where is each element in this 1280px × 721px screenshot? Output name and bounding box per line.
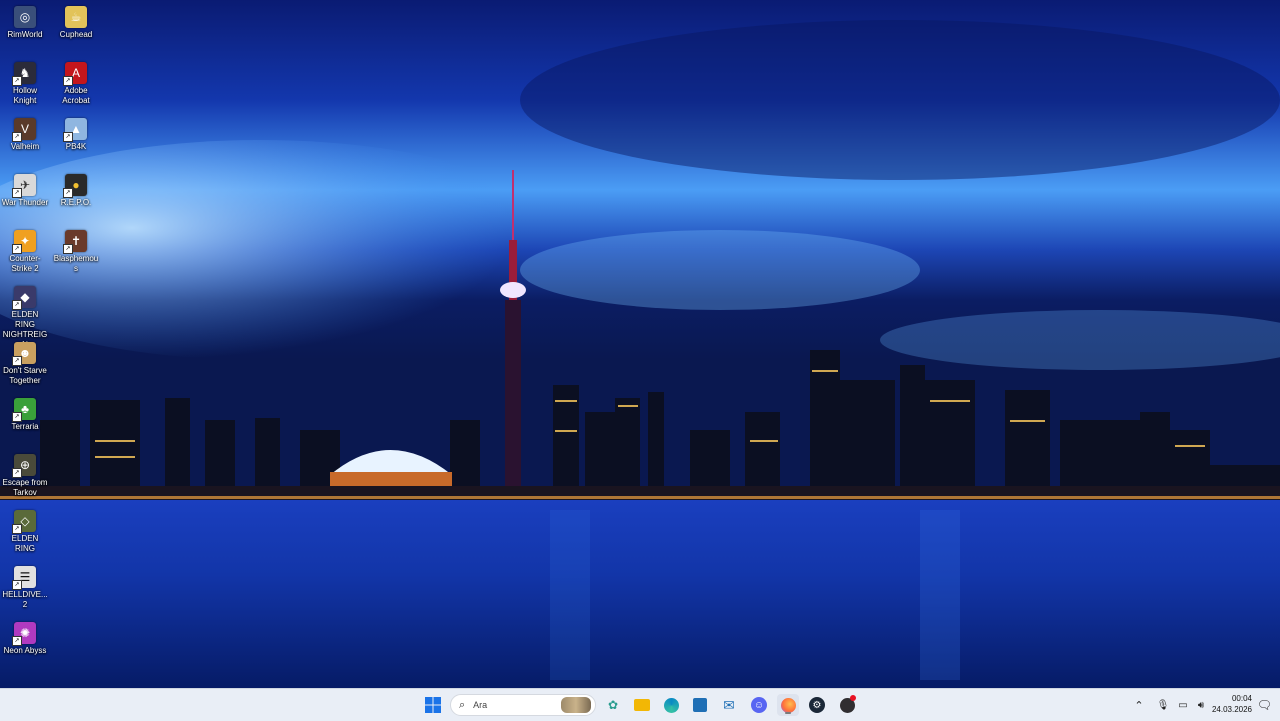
desktop-icon-helldivers[interactable]: ☰ ↗ HELLDIVE... 2 [0,562,50,610]
acrobat-icon: A ↗ [63,62,87,86]
store-icon [693,698,707,712]
outlook-icon: ✉ [723,696,735,713]
copilot-button[interactable]: ✿ [602,694,624,716]
search-icon: ⌕ [459,698,466,711]
tarkov-icon: ⊕ ↗ [12,454,36,478]
search-box[interactable]: ⌕ Ara [450,694,596,716]
desktop-icon-label: PB4K [65,142,87,151]
start-button[interactable] [422,694,444,716]
dont-starve-icon: ☻ ↗ [12,342,36,366]
desktop-icon-neon-abyss[interactable]: ✺ ↗ Neon Abyss [0,618,50,656]
edge-button[interactable] [660,694,682,716]
notification-center[interactable]: 🗨︎ [1257,689,1272,721]
notification-badge [850,695,856,701]
desktop[interactable]: ◎ RimWorld ♞ ↗ Hollow Knight V ↗ Valheim ✈… [0,0,1280,688]
discord-icon: ☺ [751,697,767,713]
active-indicator [785,712,791,714]
desktop-icon-dont-starve[interactable]: ☻ ↗ Don't Starve Together [0,338,50,386]
desktop-icon-label: War Thunder [1,198,49,207]
desktop-icon-acrobat[interactable]: A ↗ Adobe Acrobat [51,58,101,106]
elden-ring-icon: ◇ ↗ [12,510,36,534]
firefox-icon [780,697,796,713]
windows-icon [425,697,441,713]
chevron-up-icon[interactable]: ⌃ [1130,699,1148,712]
desktop-icon-label: ELDEN RING [11,534,39,553]
desktop-icon-blasphemous[interactable]: ✝ ↗ Blasphemous [51,226,101,274]
store-button[interactable] [689,694,711,716]
valheim-icon: V ↗ [12,118,36,142]
hollow-knight-icon: ♞ ↗ [12,62,36,86]
clock-time: 00:04 [1231,694,1252,703]
network-icon[interactable]: ▭ [1174,700,1192,711]
desktop-icon-label: Adobe Acrobat [62,86,90,105]
notification-icon: 🗨︎ [1256,698,1272,712]
desktop-icon-rimworld[interactable]: ◎ RimWorld [0,2,50,40]
file-explorer-button[interactable] [631,694,653,716]
helldivers-icon: ☰ ↗ [12,566,36,590]
copilot-icon: ✿ [607,698,619,712]
desktop-icon-label: Cuphead [59,30,93,39]
clock[interactable]: 00:04 24.03.2026 [1212,693,1252,715]
desktop-icon-label: R.E.P.O. [60,198,92,207]
desktop-icon-label: Hollow Knight [12,86,37,105]
desktop-icon-terraria[interactable]: ♣ ↗ Terraria [0,394,50,432]
search-highlight-image [561,697,591,713]
steam-button[interactable]: ⚙ [806,694,828,716]
war-thunder-icon: ✈ ↗ [12,174,36,198]
search-placeholder: Ara [473,700,488,710]
taskbar: ⌕ Ara ✿ ✉ ☺ ⚙ ⌃ 🎙︎ ▭ 🔊︎ 00:04 24.03.2026 [0,688,1280,721]
desktop-icon-label: Neon Abyss [3,646,47,655]
desktop-icons: ◎ RimWorld ♞ ↗ Hollow Knight V ↗ Valheim ✈… [0,0,110,680]
desktop-icon-pb4k[interactable]: ▲ ↗ PB4K [51,114,101,152]
system-tray: ⌃ 🎙︎ ▭ 🔊︎ [1130,689,1210,721]
desktop-icon-war-thunder[interactable]: ✈ ↗ War Thunder [0,170,50,208]
desktop-icon-label: Counter-Strike 2 [9,254,41,273]
firefox-button[interactable] [777,694,799,716]
wallpaper [0,0,1280,688]
pb4k-icon: ▲ ↗ [63,118,87,142]
desktop-icon-cuphead[interactable]: ☕ Cuphead [51,2,101,40]
microphone-icon[interactable]: 🎙︎ [1152,700,1174,711]
edge-icon [663,697,679,713]
desktop-icon-label: RimWorld [7,30,43,39]
repo-icon: ● ↗ [63,174,87,198]
counter-strike-icon: ✦ ↗ [12,230,36,254]
obs-button[interactable] [836,694,858,716]
desktop-icon-label: Terraria [11,422,39,431]
volume-icon[interactable]: 🔊︎ [1192,700,1210,711]
rimworld-icon: ◎ [14,6,36,28]
desktop-icon-elden-ring[interactable]: ◇ ↗ ELDEN RING [0,506,50,554]
discord-button[interactable]: ☺ [748,694,770,716]
outlook-button[interactable]: ✉ [718,694,740,716]
desktop-icon-repo[interactable]: ● ↗ R.E.P.O. [51,170,101,208]
desktop-icon-label: Blasphemous [53,254,99,273]
desktop-icon-label: Don't Starve Together [3,366,47,385]
desktop-icon-valheim[interactable]: V ↗ Valheim [0,114,50,152]
cuphead-icon: ☕ [65,6,87,28]
neon-abyss-icon: ✺ ↗ [12,622,36,646]
steam-icon: ⚙ [809,697,825,713]
desktop-icon-label: HELLDIVE... 2 [2,590,48,609]
blasphemous-icon: ✝ ↗ [63,230,87,254]
desktop-icon-label: Escape from Tarkov [2,478,48,497]
desktop-icon-hollow-knight[interactable]: ♞ ↗ Hollow Knight [0,58,50,106]
terraria-icon: ♣ ↗ [12,398,36,422]
desktop-icon-label: Valheim [10,142,40,151]
elden-ring-nightreign-icon: ◆ ↗ [12,286,36,310]
desktop-icon-tarkov[interactable]: ⊕ ↗ Escape from Tarkov [0,450,50,498]
desktop-icon-counter-strike[interactable]: ✦ ↗ Counter-Strike 2 [0,226,50,274]
clock-date: 24.03.2026 [1211,705,1252,714]
folder-icon [634,699,650,711]
